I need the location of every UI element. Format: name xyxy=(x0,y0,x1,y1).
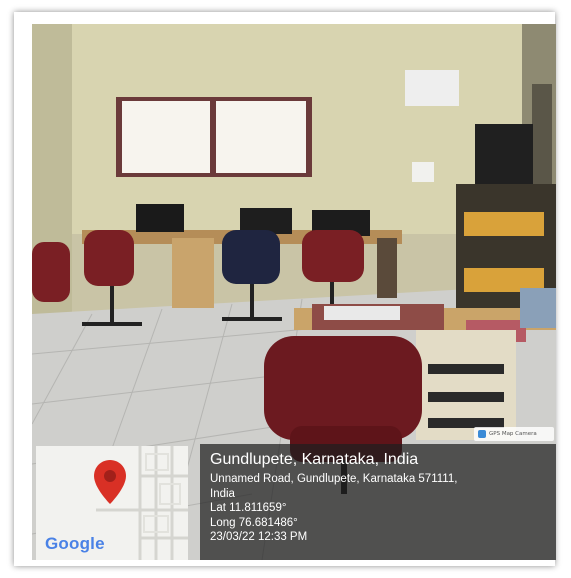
longitude: Long 76.681486° xyxy=(210,516,298,529)
map-thumbnail: Google xyxy=(36,446,188,560)
location-title: Gundlupete, Karnataka, India xyxy=(210,451,419,468)
front-chair-back xyxy=(264,336,422,440)
latitude: Lat 11.811659° xyxy=(210,502,287,514)
google-logo: Google xyxy=(45,534,105,554)
address-line-1: Unnamed Road, Gundlupete, Karnataka 5711… xyxy=(210,473,458,485)
gps-stamp-text: Gundlupete, Karnataka, India Unnamed Roa… xyxy=(210,450,550,545)
location-pin-icon xyxy=(94,460,126,504)
app-icon xyxy=(478,430,486,438)
gps-map-camera-watermark: GPS Map Camera xyxy=(474,427,554,441)
chair-blue xyxy=(222,230,280,284)
timestamp: 23/03/22 12:33 PM xyxy=(210,531,308,543)
google-logo-text: Google xyxy=(45,534,105,553)
watermark-label: GPS Map Camera xyxy=(489,431,537,437)
server-rack xyxy=(475,124,533,194)
wall-calendar xyxy=(405,70,459,106)
monitor xyxy=(136,204,184,232)
address-line-2: India xyxy=(210,487,235,500)
